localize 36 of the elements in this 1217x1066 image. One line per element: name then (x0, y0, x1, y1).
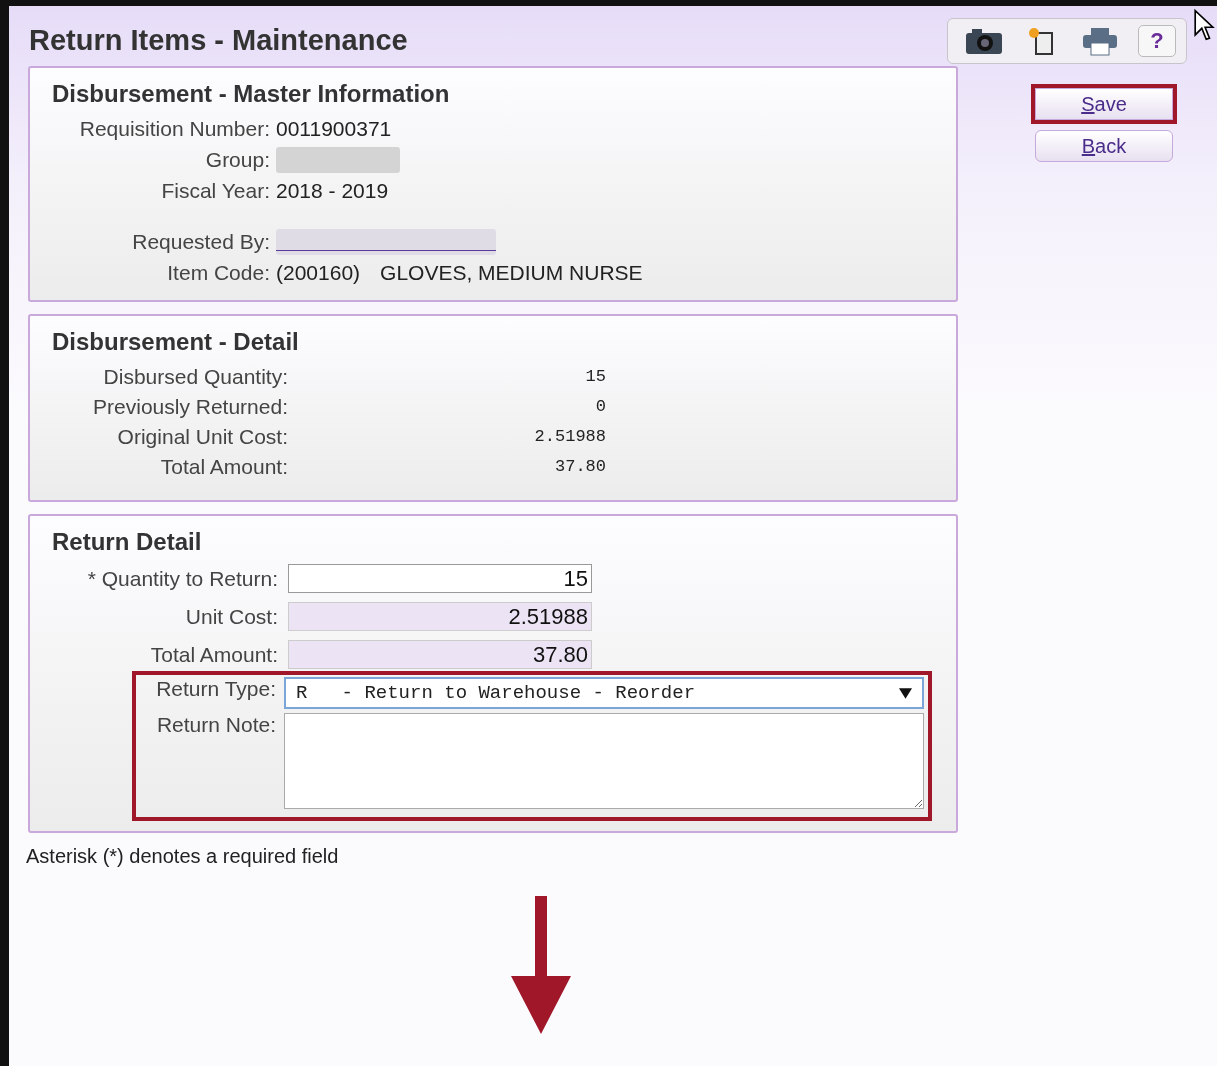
field-label: Unit Cost: (184, 604, 278, 629)
field-label: Total Amount: (159, 454, 288, 480)
field-label: Previously Returned: (92, 394, 288, 420)
field-label: * Quantity to Return: (86, 566, 278, 591)
page-title: Return Items - Maintenance (29, 23, 409, 57)
down-arrow-icon (511, 896, 571, 1036)
footnote: Asterisk (*) denotes a required field (26, 845, 340, 868)
return-type-dropdown[interactable]: R - Return to Warehouse - Reorder (284, 677, 924, 709)
item-description: GLOVES, MEDIUM NURSE (380, 260, 643, 286)
field-label: Requested By: (131, 229, 270, 255)
field-value: 0 (594, 396, 606, 418)
help-button[interactable]: ? (1138, 25, 1176, 57)
field-value: 2.51988 (533, 426, 606, 448)
field-label: Item Code: (166, 260, 270, 286)
section-title: Return Detail (52, 528, 203, 556)
field-label: Total Amount: (149, 642, 278, 667)
field-label: Disbursed Quantity: (102, 364, 288, 390)
input-field[interactable]: 15 (288, 564, 592, 593)
mouse-cursor-icon (1193, 8, 1215, 42)
print-icon[interactable] (1080, 26, 1120, 56)
field-value: 0011900371 (276, 116, 392, 142)
field-value: 2018 - 2019 (276, 178, 389, 204)
section-title: Disbursement - Detail (52, 328, 300, 356)
field-label: Return Type: (155, 677, 276, 702)
field-value: (200160) (276, 260, 361, 286)
field-label: Requisition Number: (78, 116, 270, 142)
field-value: 37.80 (554, 456, 606, 478)
field-value: 15 (584, 366, 606, 388)
field-label: Original Unit Cost: (116, 424, 288, 450)
caret-icon (899, 687, 912, 699)
field-label: Group: (204, 147, 270, 173)
field-label: Return Note: (155, 713, 276, 738)
return-note-field[interactable] (284, 713, 924, 809)
field-label: Fiscal Year: (160, 178, 270, 204)
camera-icon[interactable] (964, 26, 1004, 56)
section-title: Disbursement - Master Information (52, 80, 451, 108)
